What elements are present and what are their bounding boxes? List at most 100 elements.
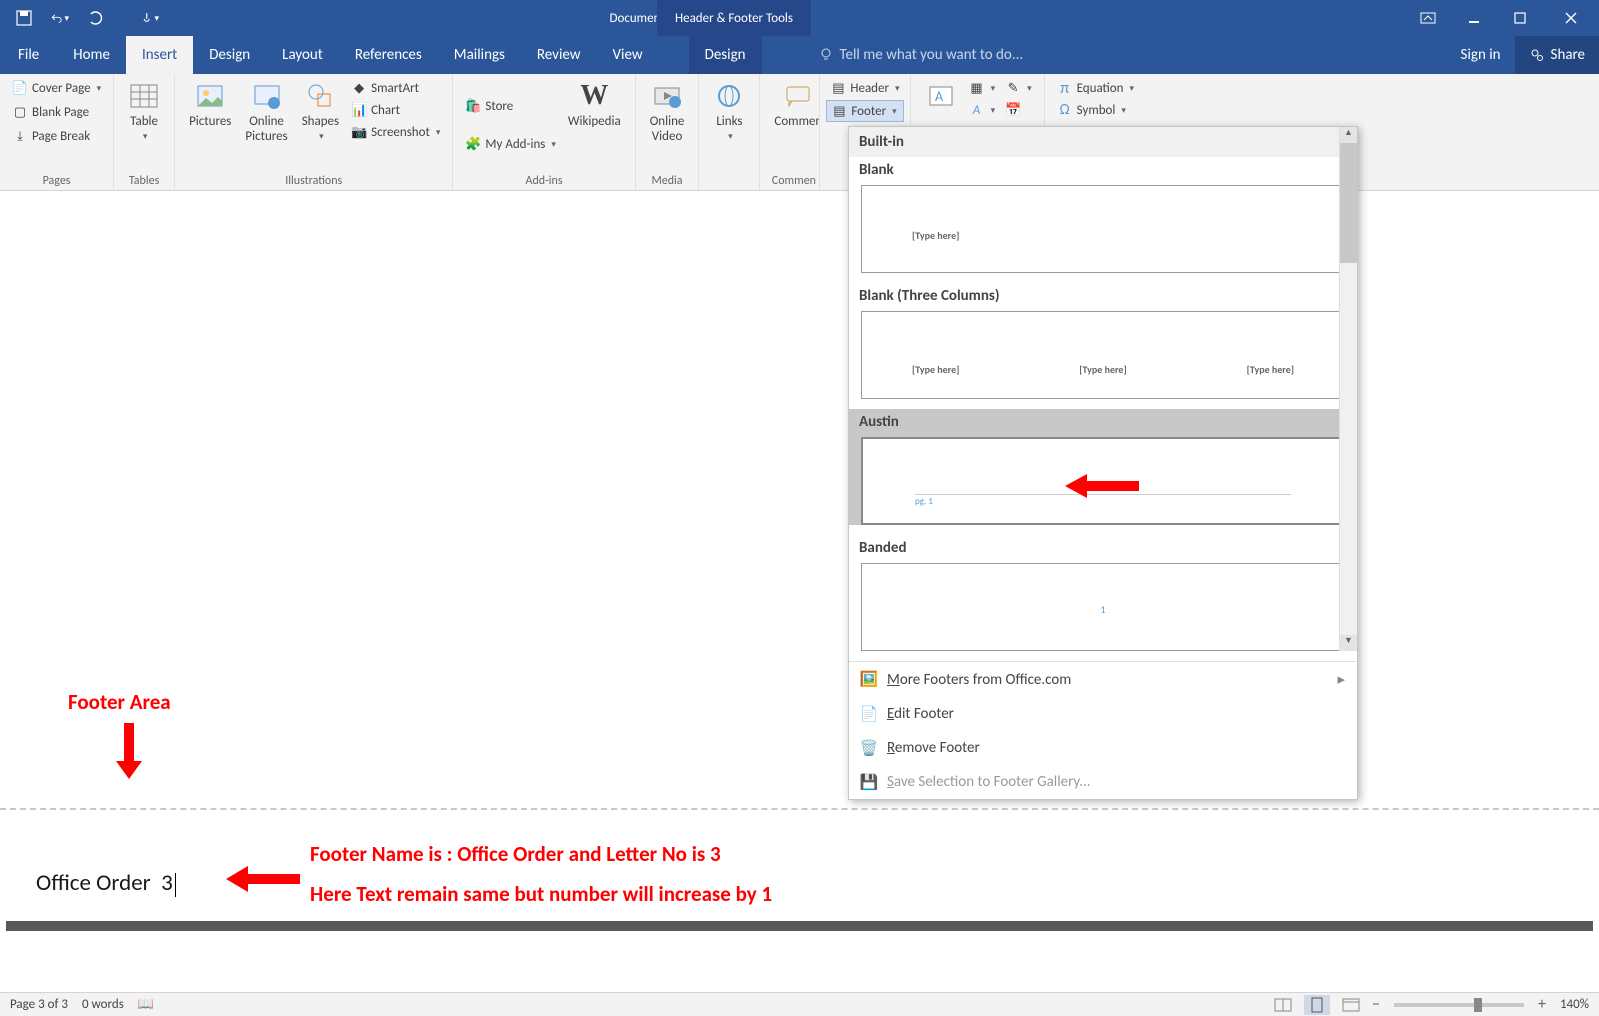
- zoom-thumb[interactable]: [1474, 998, 1482, 1012]
- tab-header-footer-design[interactable]: Design: [689, 36, 762, 74]
- chart-button[interactable]: 📊Chart: [347, 100, 444, 120]
- tab-view[interactable]: View: [597, 36, 659, 74]
- shapes-button[interactable]: Shapes▾: [296, 78, 345, 172]
- read-mode-icon[interactable]: [1270, 995, 1296, 1015]
- gallery-item-austin[interactable]: Austin pg. 1: [849, 409, 1357, 525]
- blank-page-button[interactable]: ▢Blank Page: [8, 102, 105, 122]
- page-break-button[interactable]: ⤓Page Break: [8, 126, 105, 146]
- equation-button[interactable]: πEquation▾: [1053, 78, 1138, 98]
- maximize-button[interactable]: [1497, 0, 1543, 36]
- contextual-tab-group: Header & Footer Tools: [657, 0, 811, 36]
- zoom-level[interactable]: 140%: [1560, 997, 1589, 1012]
- lightbulb-icon: [818, 47, 834, 63]
- tab-file[interactable]: File: [0, 36, 57, 74]
- scroll-up-icon[interactable]: ▲: [1340, 127, 1357, 143]
- more-footers-command[interactable]: 🖼️ MMore Footers from Office.comore Foot…: [849, 662, 1357, 697]
- print-layout-icon[interactable]: [1304, 995, 1330, 1015]
- tab-home[interactable]: Home: [57, 36, 126, 74]
- arrow-left-icon: [1063, 471, 1141, 501]
- page-icon: 📄: [12, 80, 28, 96]
- tab-mailings[interactable]: Mailings: [438, 36, 521, 74]
- undo-icon[interactable]: ▾: [51, 9, 69, 27]
- online-video-button[interactable]: Online Video: [644, 78, 691, 172]
- svg-text:A: A: [935, 88, 944, 105]
- comment-button[interactable]: Commen: [768, 78, 820, 172]
- zoom-in-button[interactable]: +: [1538, 995, 1546, 1014]
- gallery-item-banded[interactable]: Banded 1: [849, 535, 1357, 651]
- save-icon[interactable]: [15, 9, 33, 27]
- minimize-button[interactable]: [1451, 0, 1497, 36]
- symbol-icon: Ω: [1057, 102, 1073, 118]
- quick-parts-icon: ▦: [969, 80, 985, 96]
- word-count[interactable]: 0 words: [82, 997, 124, 1012]
- screenshot-icon: 📷: [351, 124, 367, 140]
- tell-me-placeholder: Tell me what you want to do...: [840, 46, 1024, 64]
- online-pictures-button[interactable]: Online Pictures: [239, 78, 293, 172]
- placeholder-text: [Type here]: [912, 363, 959, 376]
- footer-gallery-dropdown: Built-in Blank [Type here] Blank (Three …: [848, 126, 1358, 800]
- online-picture-icon: [251, 80, 283, 112]
- ribbon-tabs: File Home Insert Design Layout Reference…: [0, 36, 1599, 74]
- tell-me-input[interactable]: Tell me what you want to do...: [810, 36, 1024, 74]
- touch-mode-icon[interactable]: ▾: [141, 9, 159, 27]
- group-label-tables: Tables: [122, 172, 166, 190]
- symbol-button[interactable]: ΩSymbol▾: [1053, 100, 1138, 120]
- chart-icon: 📊: [351, 102, 367, 118]
- gallery-section-builtin: Built-in: [849, 127, 1357, 157]
- table-button[interactable]: Table▾: [122, 78, 166, 172]
- ribbon-group-links: Links▾: [699, 74, 760, 190]
- signature-icon: ✎: [1005, 80, 1021, 96]
- tab-references[interactable]: References: [339, 36, 438, 74]
- close-button[interactable]: [1543, 0, 1599, 36]
- links-button[interactable]: Links▾: [707, 78, 751, 186]
- zoom-out-button[interactable]: −: [1372, 995, 1380, 1014]
- screenshot-button[interactable]: 📷Screenshot▾: [347, 122, 444, 142]
- video-icon: [651, 80, 683, 112]
- footer-content[interactable]: Office Order 3: [36, 869, 176, 897]
- tab-layout[interactable]: Layout: [266, 36, 339, 74]
- tab-design[interactable]: Design: [193, 36, 266, 74]
- page-break-icon: ⤓: [12, 128, 28, 144]
- edit-footer-command[interactable]: 📄 Edit Footer: [849, 697, 1357, 731]
- page-info[interactable]: Page 3 of 3: [10, 997, 68, 1012]
- annotation-line2: Here Text remain same but number will in…: [310, 881, 772, 907]
- ribbon-group-pages: 📄Cover Page▾ ▢Blank Page ⤓Page Break Pag…: [0, 74, 114, 190]
- placeholder-text: [Type here]: [1247, 363, 1294, 376]
- my-addins-button[interactable]: 🧩My Add-ins▾: [461, 134, 560, 154]
- arrow-down-icon: [114, 721, 144, 781]
- signature-button[interactable]: ✎▾: [1001, 78, 1036, 98]
- wikipedia-button[interactable]: WWikipedia: [562, 78, 627, 172]
- pictures-button[interactable]: Pictures: [183, 78, 237, 172]
- quick-parts-button[interactable]: ▦▾: [965, 78, 1000, 98]
- date-time-button[interactable]: 📅: [1001, 100, 1036, 120]
- ribbon-group-media: Online Video Media: [636, 74, 700, 190]
- zoom-slider[interactable]: [1394, 1003, 1524, 1007]
- annotation-line1: Footer Name is : Office Order and Letter…: [310, 841, 721, 867]
- gallery-scrollbar[interactable]: ▲ ▼: [1339, 127, 1357, 651]
- page-bottom-edge: [6, 921, 1593, 931]
- title-bar: ▾ ▾ Document1 - Word Header & Footer Too…: [0, 0, 1599, 36]
- scroll-down-icon[interactable]: ▼: [1340, 635, 1357, 651]
- group-label-media: Media: [644, 172, 691, 190]
- scroll-thumb[interactable]: [1340, 143, 1357, 263]
- footer-icon: ▤: [831, 103, 847, 119]
- gallery-item-blank[interactable]: Blank [Type here]: [849, 157, 1357, 273]
- gallery-item-blank-three-columns[interactable]: Blank (Three Columns) [Type here] [Type …: [849, 283, 1357, 399]
- share-button[interactable]: Share: [1515, 36, 1599, 74]
- proofing-icon[interactable]: 📖: [138, 997, 154, 1012]
- header-button[interactable]: ▤Header▾: [826, 78, 903, 98]
- tab-review[interactable]: Review: [521, 36, 597, 74]
- smartart-button[interactable]: ◆SmartArt: [347, 78, 444, 98]
- remove-footer-command[interactable]: 🗑️ Remove Footer: [849, 731, 1357, 765]
- web-layout-icon[interactable]: [1338, 995, 1364, 1015]
- document-canvas[interactable]: Office Order 3 Footer Area Footer Name i…: [0, 191, 1599, 992]
- cover-page-button[interactable]: 📄Cover Page▾: [8, 78, 105, 98]
- ribbon-display-options-icon[interactable]: [1405, 0, 1451, 36]
- wordart-button[interactable]: A▾: [965, 100, 1000, 120]
- redo-icon[interactable]: [87, 9, 105, 27]
- store-button[interactable]: 🛍️Store: [461, 96, 560, 116]
- footer-button[interactable]: ▤Footer▾: [826, 100, 903, 122]
- sign-in-link[interactable]: Sign in: [1447, 36, 1515, 74]
- tab-insert[interactable]: Insert: [126, 36, 193, 74]
- share-icon: [1529, 47, 1545, 63]
